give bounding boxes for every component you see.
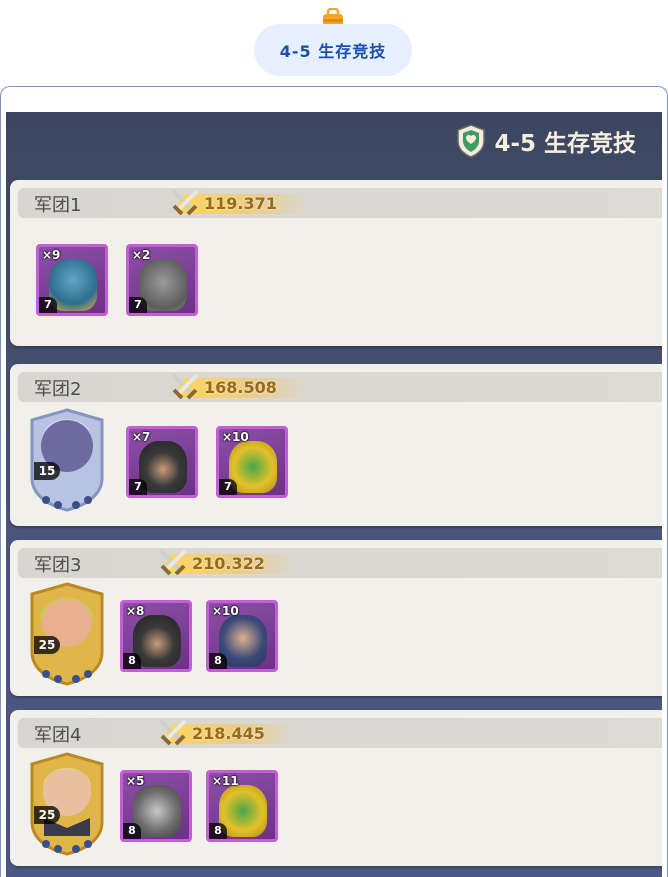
unit-level: 8 xyxy=(123,823,141,839)
unit-level: 8 xyxy=(209,823,227,839)
team-header: 军团3 210.322 xyxy=(18,548,662,578)
team-name: 军团4 xyxy=(34,725,82,746)
unit-card[interactable]: ×2 7 xyxy=(126,244,198,316)
stage-title-text: 4-5 生存竞技 xyxy=(494,131,636,157)
unit-count: ×9 xyxy=(42,248,61,262)
article-header: 4-5 生存竞技 xyxy=(0,0,668,86)
crossed-swords-icon xyxy=(171,373,199,400)
unit-count: ×10 xyxy=(212,604,239,618)
unit-card[interactable]: ×5 8 xyxy=(120,770,192,842)
unit-level: 7 xyxy=(219,479,237,495)
team-power: 168.508 xyxy=(168,370,308,404)
unit-level: 8 xyxy=(123,653,141,669)
unit-level: 7 xyxy=(129,479,147,495)
team-card: 军团1 119.371 ×9 7 ×2 7 xyxy=(10,180,662,346)
team-card: 军团3 210.322 25 ×8 8 ×10 8 xyxy=(10,540,662,696)
unit-card[interactable]: ×10 7 xyxy=(216,426,288,498)
team-name: 军团2 xyxy=(34,379,82,400)
hero-card[interactable] xyxy=(28,408,106,512)
stage-title: 4-5 生存竞技 xyxy=(456,124,636,158)
crossed-swords-icon xyxy=(159,549,187,576)
unit-level: 7 xyxy=(129,297,147,313)
team-power: 218.445 xyxy=(156,716,296,750)
unit-count: ×7 xyxy=(132,430,151,444)
hero-card[interactable] xyxy=(28,752,106,856)
game-screenshot: 4-5 生存竞技 军团1 119.371 ×9 7 ×2 7 军团2 168.5… xyxy=(6,112,662,877)
team-header: 军团4 218.445 xyxy=(18,718,662,748)
power-value: 119.371 xyxy=(204,193,277,213)
power-value: 168.508 xyxy=(204,377,277,397)
power-value: 218.445 xyxy=(192,723,265,743)
team-power: 210.322 xyxy=(156,546,296,580)
unit-card[interactable]: ×7 7 xyxy=(126,426,198,498)
team-card: 军团4 218.445 25 ×5 8 ×11 8 xyxy=(10,710,662,866)
team-name: 军团3 xyxy=(34,555,82,576)
power-value: 210.322 xyxy=(192,553,265,573)
unit-count: ×8 xyxy=(126,604,145,618)
crossed-swords-icon xyxy=(159,719,187,746)
unit-level: 7 xyxy=(39,297,57,313)
shield-icon xyxy=(457,124,486,158)
team-name: 军团1 xyxy=(34,195,82,216)
team-power: 119.371 xyxy=(168,186,308,220)
team-header: 军团1 119.371 xyxy=(18,188,662,218)
unit-level: 8 xyxy=(209,653,227,669)
section-badge: 4-5 生存竞技 xyxy=(254,24,412,76)
unit-count: ×2 xyxy=(132,248,151,262)
unit-card[interactable]: ×10 8 xyxy=(206,600,278,672)
team-header: 军团2 168.508 xyxy=(18,372,662,402)
unit-count: ×5 xyxy=(126,774,145,788)
unit-count: ×11 xyxy=(212,774,239,788)
unit-card[interactable]: ×11 8 xyxy=(206,770,278,842)
unit-card[interactable]: ×8 8 xyxy=(120,600,192,672)
unit-card[interactable]: ×9 7 xyxy=(36,244,108,316)
team-card: 军团2 168.508 15 ×7 7 ×10 7 xyxy=(10,364,662,526)
crossed-swords-icon xyxy=(171,189,199,216)
unit-count: ×10 xyxy=(222,430,249,444)
hero-card[interactable] xyxy=(28,582,106,686)
